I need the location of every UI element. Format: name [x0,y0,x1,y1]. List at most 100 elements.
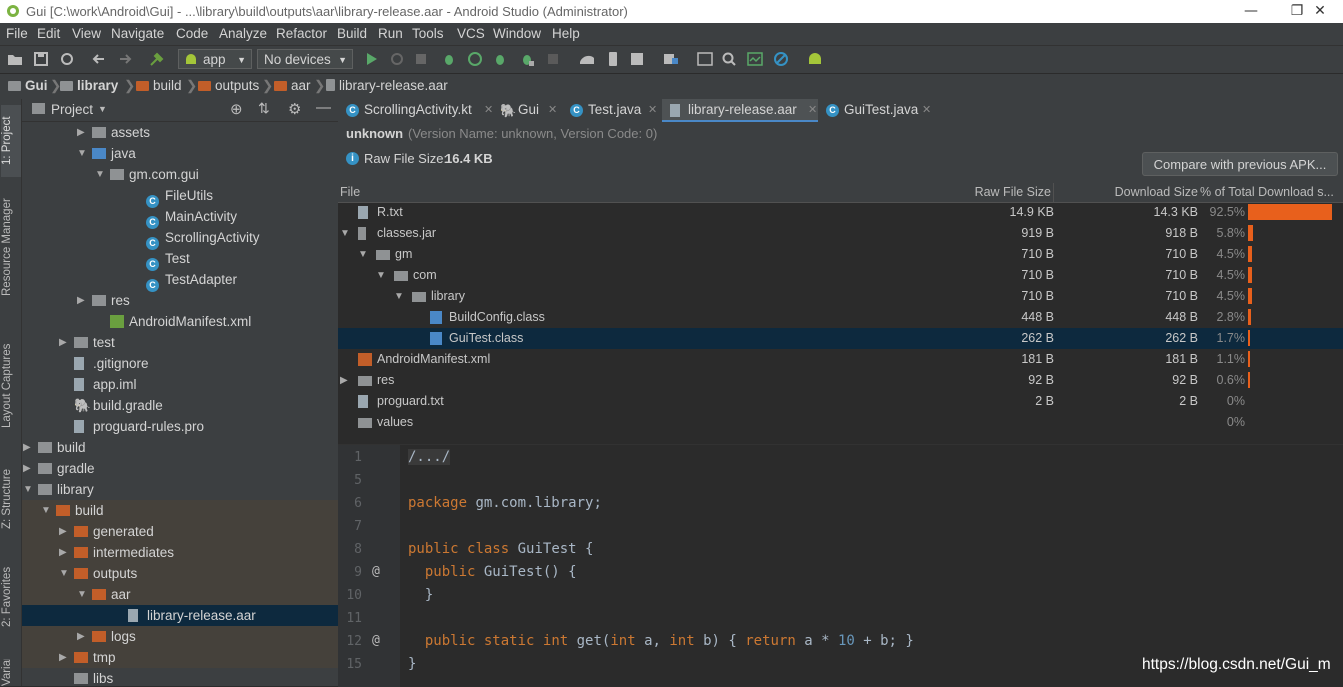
tool-tab-project[interactable]: 1: Project [1,105,21,177]
tab-test-java[interactable]: C Test.java ✕ [568,99,658,122]
close-tab-icon[interactable]: ✕ [648,99,657,121]
expand-closed-icon[interactable]: ▶ [77,122,85,143]
menu-run[interactable]: Run [378,26,403,41]
terminal-icon[interactable] [696,50,714,68]
expand-open-icon[interactable]: ▼ [340,223,350,244]
tree-item[interactable]: ▶ test [22,332,338,353]
expand-open-icon[interactable]: ▼ [77,584,87,605]
expand-closed-icon[interactable]: ▶ [23,437,31,458]
tab-gui[interactable]: 🐘 Gui ✕ [498,99,558,122]
close-button[interactable]: ✕ [1297,0,1343,23]
breadcrumb-item[interactable]: aar [274,78,311,93]
expand-open-icon[interactable]: ▼ [95,164,105,185]
breadcrumb-item[interactable]: outputs [198,78,259,93]
tab-guitest-java[interactable]: C GuiTest.java ✕ [824,99,934,122]
code-line[interactable]: public class GuiTest { [408,541,593,557]
table-row[interactable]: BuildConfig.class 448 B 448 B 2.8% [338,307,1343,328]
tree-item[interactable]: ▶ generated [22,521,338,542]
menu-view[interactable]: View [72,26,101,41]
tree-item[interactable]: C TestAdapter [22,269,338,292]
close-tab-icon[interactable]: ✕ [922,99,931,121]
back-icon[interactable] [90,50,108,68]
expand-closed-icon[interactable]: ▶ [77,626,85,647]
tree-item[interactable]: C FileUtils [22,185,338,208]
code-line[interactable]: } [408,656,416,672]
minimize-button[interactable]: — [1228,0,1274,23]
table-row[interactable]: ▼ classes.jar 919 B 918 B 5.8% [338,223,1343,244]
expand-open-icon[interactable]: ▼ [77,143,87,164]
menu-file[interactable]: File [6,26,28,41]
tool-tab-layout-captures[interactable]: Layout Captures [1,335,21,437]
tree-item[interactable]: libs [22,668,338,686]
expand-closed-icon[interactable]: ▶ [59,332,67,353]
expand-open-icon[interactable]: ▼ [23,479,33,500]
tree-item[interactable]: 🐘 build.gradle [22,395,338,416]
no-entry-icon[interactable] [772,50,790,68]
save-icon[interactable] [32,50,50,68]
tree-item[interactable]: proguard-rules.pro [22,416,338,437]
tree-item[interactable]: ▶ logs [22,626,338,647]
collapse-all-icon[interactable]: ⇅ [258,100,270,117]
hide-panel-icon[interactable]: — [316,99,331,116]
tree-item[interactable]: ▼ aar [22,584,338,605]
tree-item[interactable]: ▶ build [22,437,338,458]
tree-item[interactable]: AndroidManifest.xml [22,311,338,332]
tree-item[interactable]: ▼ build [22,500,338,521]
menu-navigate[interactable]: Navigate [111,26,164,41]
search-icon[interactable] [720,50,738,68]
breadcrumb-item[interactable]: Gui [8,78,48,93]
compare-apk-button[interactable]: Compare with previous APK... [1142,152,1338,176]
close-tab-icon[interactable]: ✕ [808,99,817,121]
code-line[interactable]: /.../ [408,449,451,465]
tree-item[interactable]: ▼ outputs [22,563,338,584]
profile-icon[interactable] [466,50,484,68]
table-row[interactable]: values 0% [338,412,1343,433]
tree-item[interactable]: C MainActivity [22,206,338,229]
expand-closed-icon[interactable]: ▶ [59,542,67,563]
tool-tab-structure[interactable]: Z: Structure [1,459,21,539]
table-row[interactable]: AndroidManifest.xml 181 B 181 B 1.1% [338,349,1343,370]
menu-build[interactable]: Build [337,26,367,41]
expand-closed-icon[interactable]: ▶ [23,458,31,479]
tab-library-release-aar[interactable]: library-release.aar ✕ [662,99,818,122]
make-project-icon[interactable] [148,50,166,68]
code-line[interactable]: public GuiTest() { [408,564,577,580]
expand-open-icon[interactable]: ▼ [376,265,386,286]
tree-item[interactable]: ▶ res [22,290,338,311]
expand-closed-icon[interactable]: ▶ [59,647,67,668]
bug-icon[interactable] [518,50,536,68]
expand-open-icon[interactable]: ▼ [358,244,368,265]
tree-item[interactable]: ▶ gradle [22,458,338,479]
code-line[interactable]: public static int get(int a, int b) { re… [408,633,914,649]
locate-icon[interactable]: ⊕ [230,100,243,118]
menu-vcs[interactable]: VCS [457,26,485,41]
menu-refactor[interactable]: Refactor [276,26,327,41]
expand-open-icon[interactable]: ▼ [41,500,51,521]
menu-edit[interactable]: Edit [37,26,60,41]
sdk-manager-icon[interactable] [628,50,646,68]
code-line[interactable]: package gm.com.library; [408,495,602,511]
override-marker-icon[interactable]: @ [372,633,380,648]
android-device-icon[interactable] [806,50,824,68]
tree-item[interactable]: ▶ tmp [22,647,338,668]
column-file[interactable]: File [340,183,360,202]
tree-item[interactable]: ▼ library [22,479,338,500]
run-config-select[interactable]: app ▼ [178,49,252,69]
forward-icon[interactable] [116,50,134,68]
tool-tab-variants[interactable]: Variants [1,659,21,686]
menu-window[interactable]: Window [493,26,541,41]
menu-analyze[interactable]: Analyze [219,26,267,41]
open-folder-icon[interactable] [6,50,24,68]
table-row[interactable]: GuiTest.class 262 B 262 B 1.7% [338,328,1343,349]
project-view-select[interactable]: Project [51,102,93,117]
column-raw-size[interactable]: Raw File Size [975,183,1054,202]
menu-tools[interactable]: Tools [412,26,444,41]
breadcrumb-item[interactable]: build [136,78,182,93]
avd-manager-icon[interactable] [604,50,622,68]
tree-item[interactable]: ▼ java [22,143,338,164]
tool-tab-favorites[interactable]: 2: Favorites [1,557,21,637]
project-structure-icon[interactable] [662,50,680,68]
stop-icon[interactable] [544,50,562,68]
tree-item[interactable]: app.iml [22,374,338,395]
breadcrumb-item[interactable]: library [60,78,118,93]
